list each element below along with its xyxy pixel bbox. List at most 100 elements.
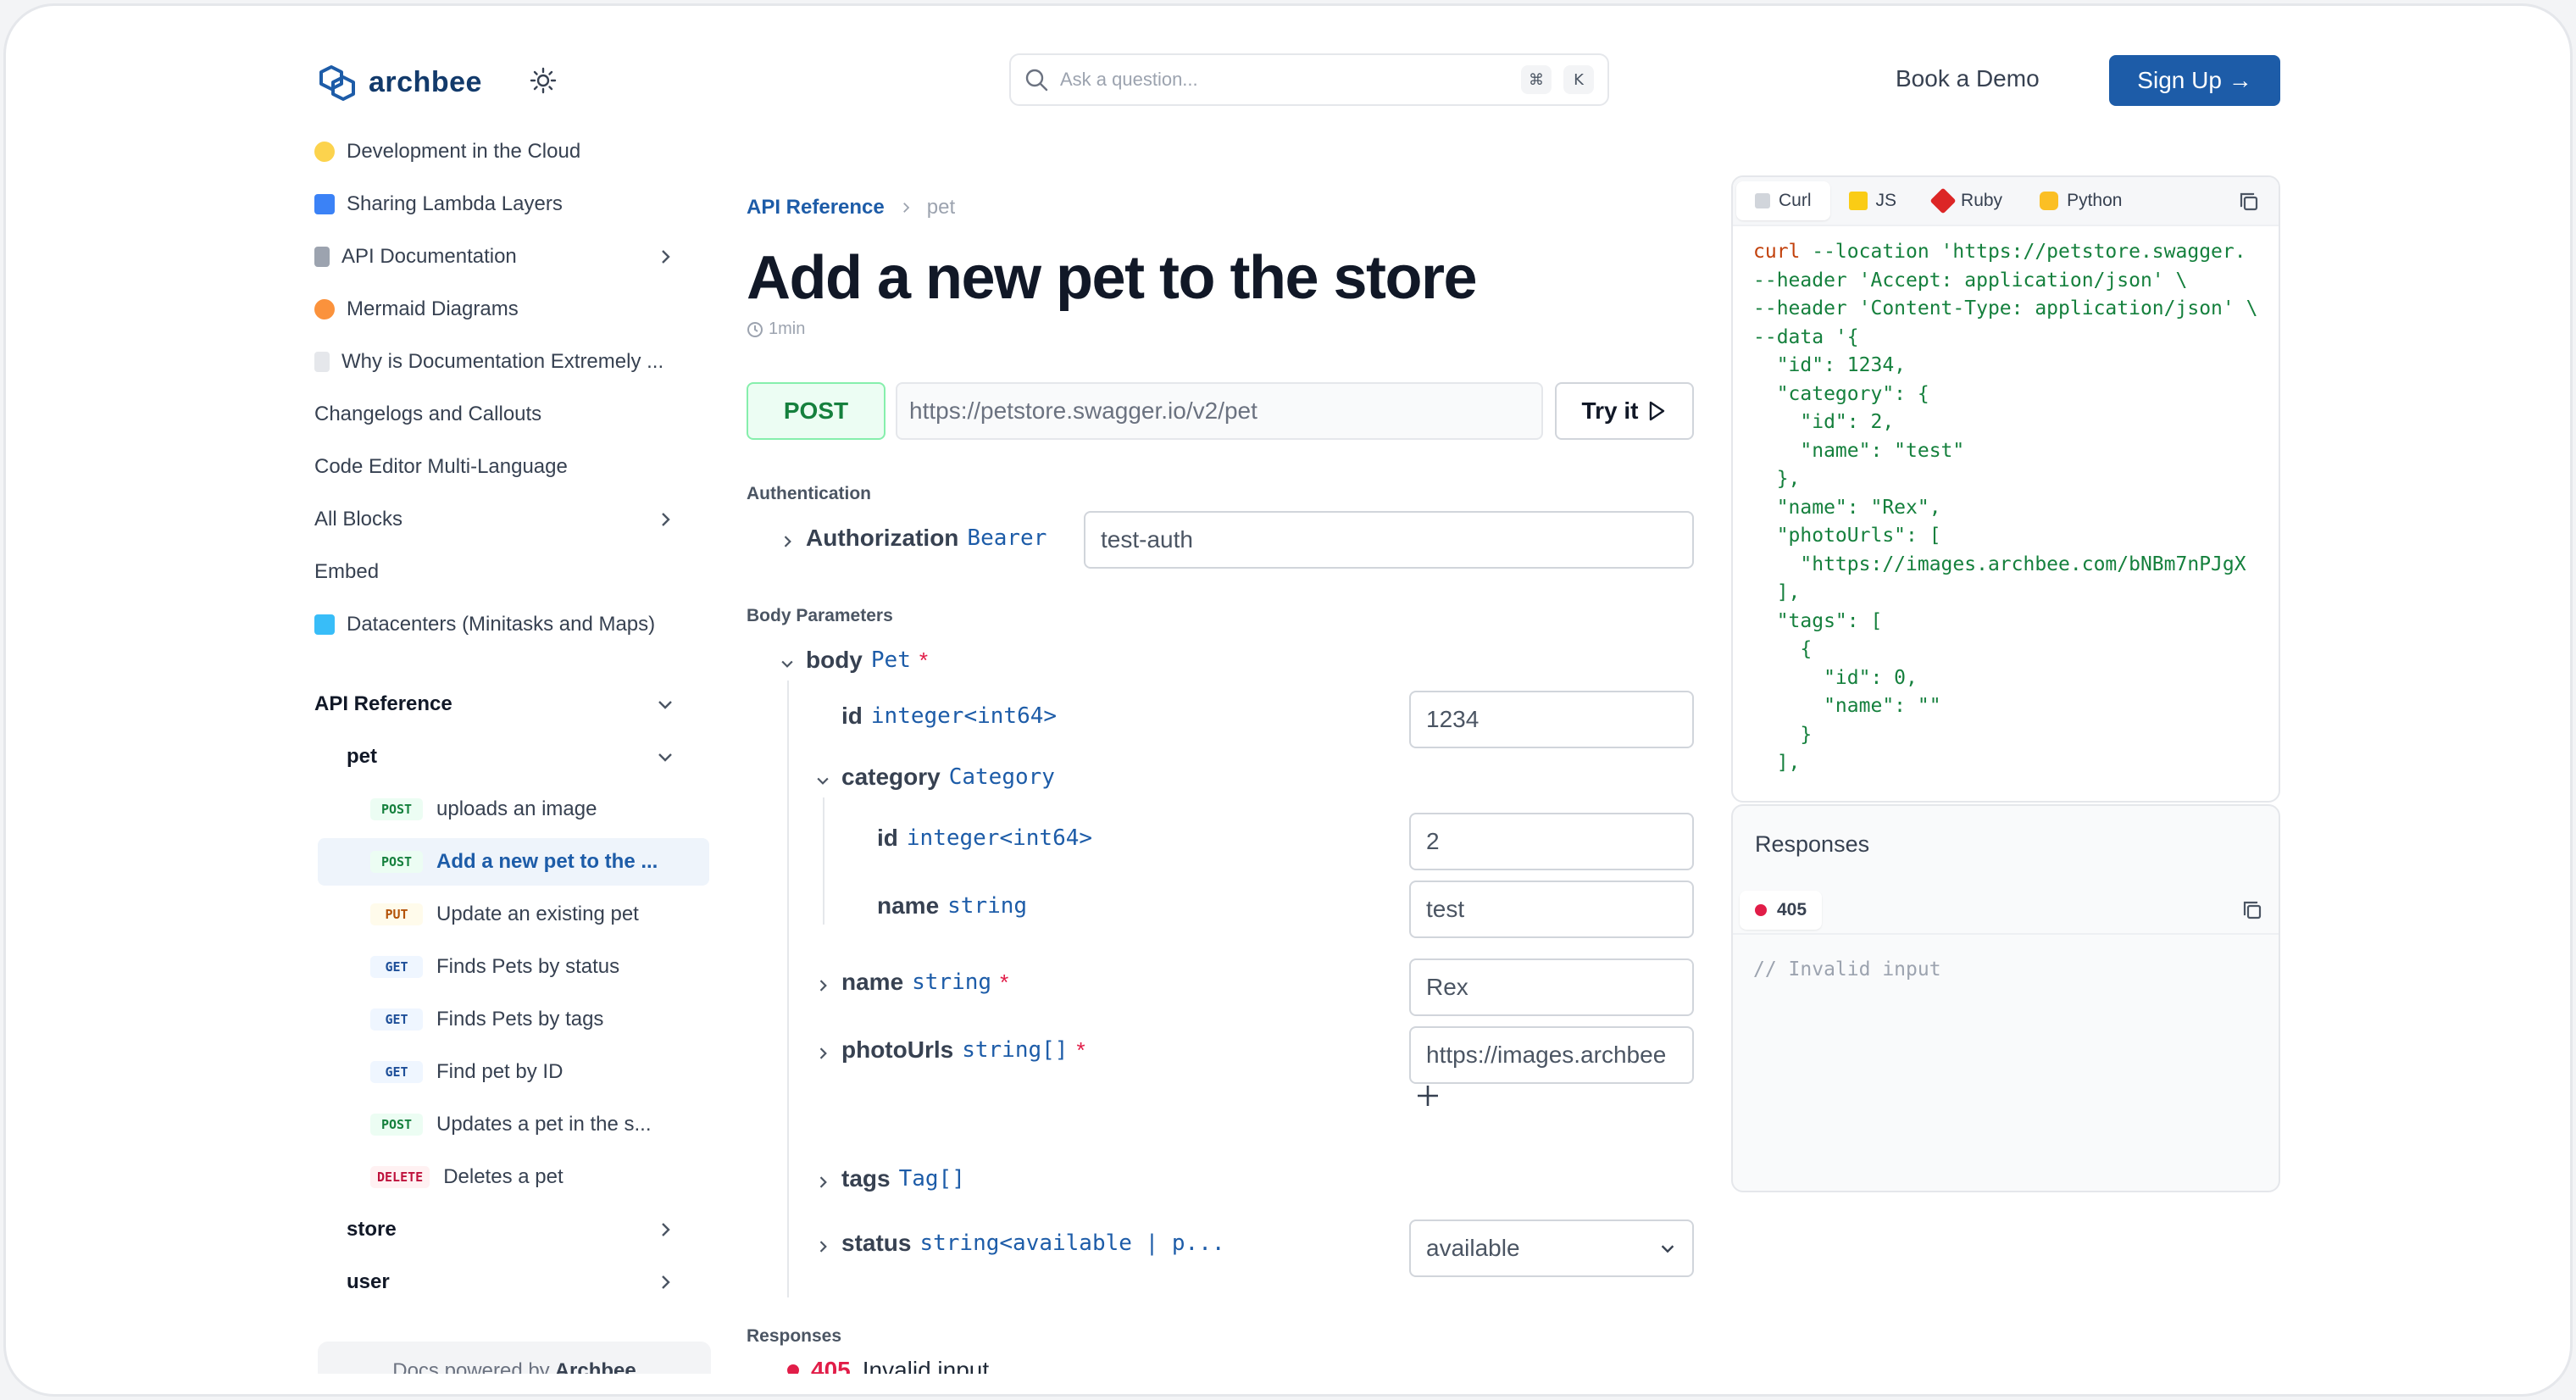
tab-js[interactable]: JS bbox=[1830, 181, 1916, 220]
param-type: Pet bbox=[870, 647, 911, 673]
python-icon bbox=[2040, 192, 2059, 210]
code-block[interactable]: curl --location 'https://petstore.swagge… bbox=[1733, 226, 2279, 790]
sidebar-item-lambda-layers[interactable]: Sharing Lambda Layers bbox=[314, 181, 687, 228]
response-code: 405 bbox=[811, 1357, 851, 1374]
code-line: "tags": [ bbox=[1753, 609, 1883, 632]
chevron-down-icon bbox=[658, 753, 672, 762]
language-tabs: Curl JS Ruby Python bbox=[1733, 177, 2279, 226]
sidebar-endpoint-find-by-tags[interactable]: GET Finds Pets by tags bbox=[370, 996, 687, 1043]
code-line: "id": 2, bbox=[1753, 411, 1895, 433]
tab-response-405[interactable]: 405 bbox=[1740, 891, 1823, 930]
code-line: { bbox=[1753, 638, 1813, 660]
tab-label: Python bbox=[2067, 191, 2123, 210]
chevron-down-icon bbox=[1661, 1245, 1674, 1253]
category-id-input[interactable]: 2 bbox=[1409, 813, 1694, 870]
sidebar-endpoint-find-by-id[interactable]: GET Find pet by ID bbox=[370, 1048, 687, 1096]
sidebar-item-label: Changelogs and Callouts bbox=[314, 403, 542, 425]
sidebar-group-store[interactable]: store bbox=[347, 1206, 687, 1253]
search-input[interactable]: Ask a question... ⌘ K bbox=[1009, 53, 1609, 106]
endpoint-label: Updates a pet in the s... bbox=[436, 1113, 652, 1136]
param-id: id integer<int64> bbox=[841, 703, 1057, 730]
chevron-right-icon[interactable] bbox=[814, 977, 831, 994]
sidebar-endpoint-delete-pet[interactable]: DELETE Deletes a pet bbox=[370, 1153, 687, 1201]
tab-ruby[interactable]: Ruby bbox=[1915, 181, 2021, 220]
sidebar-item-why-documentation[interactable]: Why is Documentation Extremely ... bbox=[314, 338, 687, 386]
code-line: "id": 1234, bbox=[1753, 354, 1907, 376]
endpoint-label: Add a new pet to the ... bbox=[436, 850, 658, 873]
sidebar-item-embed[interactable]: Embed bbox=[314, 548, 687, 596]
kbd-k: K bbox=[1563, 65, 1594, 94]
sidebar-item-all-blocks[interactable]: All Blocks bbox=[314, 496, 687, 543]
sidebar-endpoint-update-pet[interactable]: PUT Update an existing pet bbox=[370, 891, 687, 938]
mermaid-icon bbox=[314, 299, 335, 319]
error-dot bbox=[787, 1364, 799, 1374]
powered-by-archbee[interactable]: Docs powered by Archbee bbox=[318, 1342, 711, 1374]
code-line: --header 'Accept: application/json' \ bbox=[1753, 269, 2188, 292]
theme-toggle-button[interactable] bbox=[526, 64, 560, 97]
powered-brand: Archbee bbox=[554, 1359, 636, 1374]
breadcrumb: API Reference pet bbox=[747, 196, 955, 219]
status-selected-value: available bbox=[1426, 1235, 1520, 1261]
logo[interactable]: archbee bbox=[314, 64, 482, 101]
endpoint-url[interactable]: https://petstore.swagger.io/v2/pet bbox=[896, 382, 1543, 440]
sidebar-endpoint-updates-pet[interactable]: POST Updates a pet in the s... bbox=[370, 1101, 687, 1148]
response-405[interactable]: 405 Invalid input bbox=[787, 1357, 989, 1374]
chevron-right-icon[interactable] bbox=[814, 1238, 831, 1255]
chevron-right-icon bbox=[662, 1223, 670, 1236]
status-select[interactable]: available bbox=[1409, 1219, 1694, 1277]
sidebar-item-code-editor[interactable]: Code Editor Multi-Language bbox=[314, 443, 687, 491]
try-it-button[interactable]: Try it bbox=[1555, 382, 1694, 440]
param-type: string[] bbox=[962, 1037, 1069, 1063]
param-name: photoUrls bbox=[841, 1036, 954, 1063]
tab-python[interactable]: Python bbox=[2021, 181, 2140, 220]
id-input[interactable]: 1234 bbox=[1409, 691, 1694, 748]
sidebar-endpoint-add-pet[interactable]: POST Add a new pet to the ... bbox=[318, 838, 709, 886]
play-icon bbox=[1650, 401, 1665, 421]
sun-cloud-icon bbox=[314, 142, 335, 162]
category-name-input[interactable]: test bbox=[1409, 881, 1694, 938]
search-icon bbox=[1025, 69, 1048, 92]
param-name: id bbox=[841, 703, 863, 729]
sidebar-group-pet[interactable]: pet bbox=[347, 733, 687, 781]
clock-icon bbox=[747, 321, 763, 337]
sidebar-section-api-reference[interactable]: API Reference bbox=[314, 681, 687, 728]
required-mark: * bbox=[1000, 969, 1009, 995]
breadcrumb-api-reference[interactable]: API Reference bbox=[747, 196, 885, 219]
sidebar-item-changelogs[interactable]: Changelogs and Callouts bbox=[314, 391, 687, 438]
sidebar-item-datacenters[interactable]: Datacenters (Minitasks and Maps) bbox=[314, 601, 687, 648]
code-line: "name": "Rex", bbox=[1753, 496, 1941, 519]
method-badge: POST bbox=[370, 1114, 423, 1136]
chevron-right-icon[interactable] bbox=[814, 1174, 831, 1191]
plus-icon[interactable] bbox=[1414, 1082, 1441, 1109]
breadcrumb-pet: pet bbox=[926, 196, 956, 219]
powered-prefix: Docs powered by bbox=[392, 1359, 550, 1374]
chevron-down-icon[interactable] bbox=[814, 772, 831, 789]
book-demo-link[interactable]: Book a Demo bbox=[1896, 65, 2040, 92]
tab-curl[interactable]: Curl bbox=[1736, 181, 1830, 220]
sidebar-item-development-cloud[interactable]: Development in the Cloud bbox=[314, 128, 687, 175]
chevron-right-icon[interactable] bbox=[779, 533, 796, 550]
photo-url-input[interactable]: https://images.archbee bbox=[1409, 1026, 1694, 1084]
param-type: Tag[] bbox=[898, 1166, 965, 1192]
sidebar-group-user[interactable]: user bbox=[347, 1258, 687, 1306]
sign-up-button[interactable]: Sign Up → bbox=[2109, 55, 2280, 106]
endpoint-label: Deletes a pet bbox=[443, 1165, 564, 1188]
sidebar-item-label: Mermaid Diagrams bbox=[347, 297, 519, 320]
code-line: "https://images.archbee.com/bNBm7nPJgX bbox=[1753, 553, 2246, 575]
search-placeholder: Ask a question... bbox=[1060, 69, 1198, 90]
chevron-right-icon[interactable] bbox=[814, 1045, 831, 1062]
chevron-down-icon[interactable] bbox=[779, 655, 796, 672]
tree-line bbox=[823, 797, 824, 925]
code-line: "id": 0, bbox=[1753, 666, 1918, 689]
sidebar-item-label: API Documentation bbox=[341, 245, 517, 268]
authentication-label: Authentication bbox=[747, 484, 871, 503]
sidebar-endpoint-find-by-status[interactable]: GET Finds Pets by status bbox=[370, 943, 687, 991]
sidebar-item-api-documentation[interactable]: API Documentation bbox=[314, 233, 687, 281]
sidebar-endpoint-uploads-image[interactable]: POST uploads an image bbox=[370, 786, 687, 833]
name-input[interactable]: Rex bbox=[1409, 958, 1694, 1016]
copy-icon[interactable] bbox=[2241, 899, 2263, 921]
copy-icon[interactable] bbox=[2238, 191, 2260, 213]
method-badge: GET bbox=[370, 956, 423, 978]
authorization-input[interactable]: test-auth bbox=[1084, 511, 1694, 569]
sidebar-item-mermaid[interactable]: Mermaid Diagrams bbox=[314, 286, 687, 333]
